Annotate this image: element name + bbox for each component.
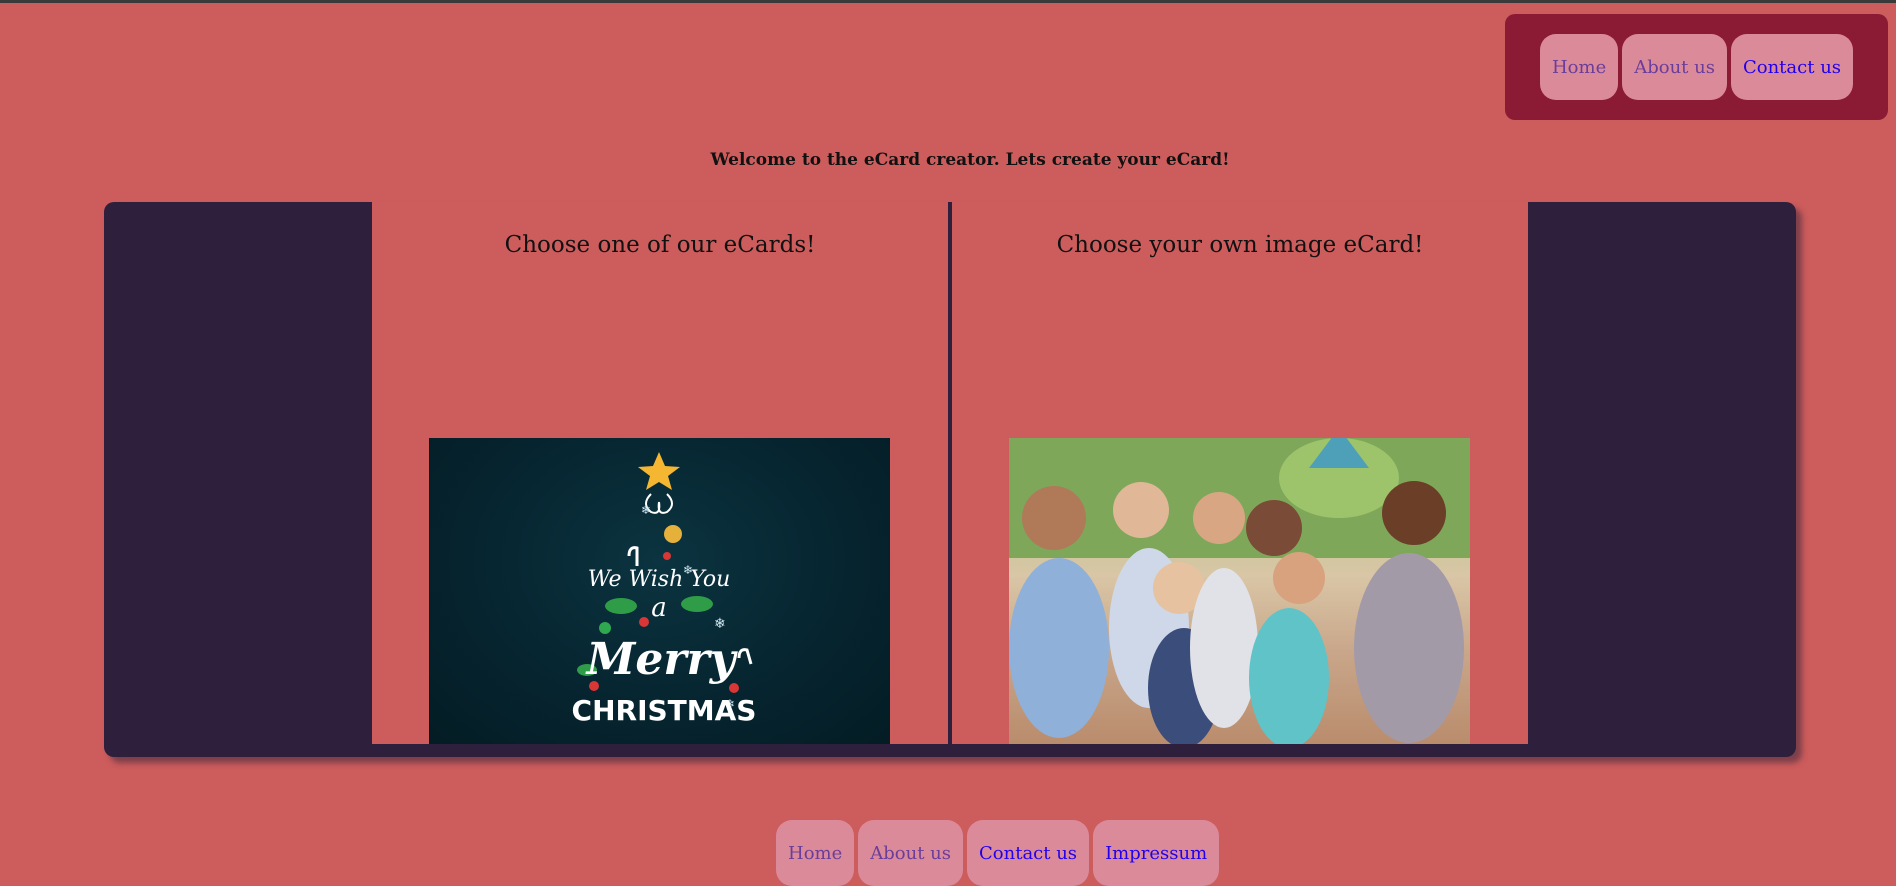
- nav-about-link[interactable]: About us: [1622, 34, 1727, 100]
- own-image-ecard-title: Choose your own image eCard!: [1056, 232, 1424, 258]
- svg-text:❄: ❄: [714, 616, 726, 632]
- ecard-selection-panel: Choose one of our eCards! ❄ ❄ ❄ ❄ We Wis…: [104, 202, 1796, 757]
- predefined-ecard-title: Choose one of our eCards!: [504, 232, 816, 258]
- browser-top-border: [0, 0, 1896, 3]
- footer-about-link[interactable]: About us: [858, 820, 964, 886]
- card-text-line1: We Wish You: [588, 567, 731, 592]
- top-navigation: Home About us Contact us: [1505, 14, 1888, 120]
- svg-text:❄: ❄: [641, 503, 651, 517]
- christmas-ecard-image[interactable]: ❄ ❄ ❄ ❄ We Wish You a Merry CHRISTMAS: [429, 438, 890, 744]
- footer-home-link[interactable]: Home: [776, 820, 855, 886]
- nav-home-link[interactable]: Home: [1539, 34, 1619, 100]
- welcome-message: Welcome to the eCard creator. Lets creat…: [710, 150, 1230, 170]
- family-photo-graphic: [1009, 438, 1470, 744]
- nav-contact-link[interactable]: Contact us: [1730, 34, 1854, 100]
- christmas-tree-graphic: ❄ ❄ ❄ ❄ We Wish You a Merry CHRISTMAS: [572, 452, 757, 727]
- own-image-ecard-column: Choose your own image eCard!: [952, 202, 1528, 744]
- footer-impressum-link[interactable]: Impressum: [1093, 820, 1220, 886]
- card-text-line4: CHRISTMAS: [572, 694, 757, 727]
- family-photo-image[interactable]: [1009, 438, 1470, 744]
- card-text-line2: a: [651, 593, 667, 623]
- predefined-ecard-column: Choose one of our eCards! ❄ ❄ ❄ ❄ We Wis…: [372, 202, 948, 744]
- footer-contact-link[interactable]: Contact us: [967, 820, 1090, 886]
- card-text-line3: Merry: [585, 634, 739, 685]
- footer-navigation: Home About us Contact us Impressum: [776, 820, 1220, 886]
